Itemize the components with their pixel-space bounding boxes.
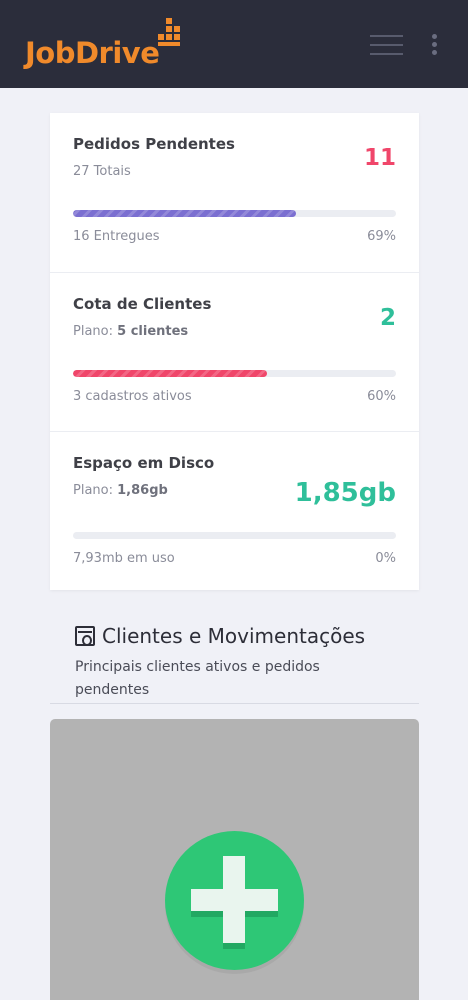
stat-value: 2 [379, 305, 396, 331]
add-client-button[interactable] [165, 831, 304, 970]
plan-label: Plano: [73, 324, 113, 339]
stat-footer-percent: 60% [367, 389, 396, 404]
logo-text: JobDrive [25, 36, 160, 70]
stat-footer-label: 3 cadastros ativos [73, 389, 192, 404]
stat-value: 1,85gb [294, 478, 396, 508]
progress-bar [73, 210, 396, 217]
stats-card: Pedidos Pendentes 27 Totais 11 16 Entreg… [50, 113, 419, 590]
progress-fill [73, 370, 267, 377]
stat-footer-label: 7,93mb em uso [73, 551, 175, 566]
section-description: Principais clientes ativos e pedidos pen… [75, 659, 320, 698]
section-title-text: Clientes e Movimentações [102, 624, 366, 648]
kebab-vertical-icon[interactable] [428, 32, 440, 58]
progress-fill [73, 210, 296, 217]
progress-bar [73, 532, 396, 539]
progress-bar [73, 370, 396, 377]
section-title: Clientes e Movimentações [75, 622, 415, 650]
stat-value: 11 [363, 145, 396, 171]
stat-title: Espaço em Disco [73, 454, 215, 472]
top-navbar: JobDrive [0, 0, 468, 88]
stat-subtitle: Plano: 5 clientes [73, 324, 188, 339]
stat-subtitle: Plano: 1,86gb [73, 483, 168, 498]
stat-subtitle: 27 Totais [73, 164, 131, 179]
plan-label: Plano: [73, 483, 113, 498]
stat-footer-label: 16 Entregues [73, 229, 160, 244]
section-divider [50, 703, 419, 704]
stat-title: Cota de Clientes [73, 295, 212, 313]
empty-clients-panel [50, 719, 419, 1000]
plan-value: 5 clientes [117, 324, 189, 339]
stat-title: Pedidos Pendentes [73, 135, 235, 153]
hamburger-menu-icon[interactable] [370, 33, 403, 57]
stat-pending-orders: Pedidos Pendentes 27 Totais 11 16 Entreg… [50, 113, 419, 272]
contact-card-icon [75, 626, 95, 646]
stat-footer-percent: 69% [367, 229, 396, 244]
stat-footer-percent: 0% [375, 551, 396, 566]
brand-logo[interactable]: JobDrive [25, 18, 180, 73]
stat-disk-space: Espaço em Disco Plano: 1,86gb 1,85gb 7,9… [50, 431, 419, 590]
logo-bars-icon [158, 18, 186, 48]
section-header: Clientes e Movimentações Principais clie… [75, 622, 415, 702]
stat-client-quota: Cota de Clientes Plano: 5 clientes 2 3 c… [50, 272, 419, 431]
plan-value: 1,86gb [117, 483, 168, 498]
